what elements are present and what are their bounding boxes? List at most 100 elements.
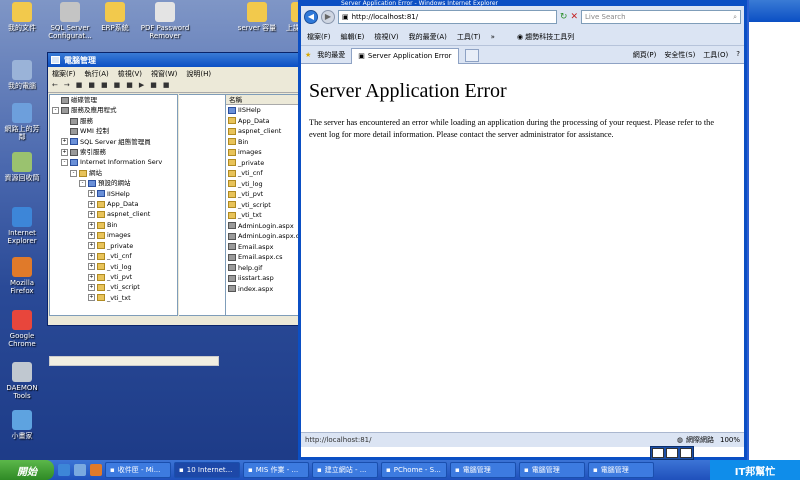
- list-item[interactable]: App_Data: [226, 116, 299, 127]
- keyboard-icon[interactable]: [652, 448, 664, 458]
- tree-item[interactable]: + _vti_log: [50, 262, 177, 272]
- command-button[interactable]: 網頁(P): [633, 50, 657, 60]
- expand-toggle-icon[interactable]: +: [88, 231, 95, 239]
- background-window[interactable]: [747, 0, 800, 460]
- list-view[interactable]: 名稱 IISHelp App_Data aspnet_client Bin images…: [225, 94, 300, 316]
- command-button[interactable]: 安全性(S): [664, 50, 695, 60]
- menu-item[interactable]: 檢視(V): [118, 69, 142, 78]
- toolbar-button[interactable]: ■: [101, 81, 108, 91]
- tree-item[interactable]: - 預設的網站: [50, 178, 177, 188]
- zoom-level[interactable]: 100%: [720, 436, 740, 444]
- expand-toggle-icon[interactable]: +: [88, 200, 95, 208]
- tab-server-error[interactable]: ▣ Server Application Error: [351, 47, 460, 64]
- desktop-icon[interactable]: 網路上的芳鄰: [2, 103, 42, 141]
- tree-item[interactable]: - 服務及應用程式: [50, 105, 177, 115]
- expand-toggle-icon[interactable]: +: [61, 148, 68, 156]
- language-bar[interactable]: [650, 446, 694, 460]
- taskbar-button[interactable]: ▪ MIS 作業 - ...: [243, 462, 309, 478]
- search-icon[interactable]: ⌕: [733, 13, 737, 21]
- list-item[interactable]: _vti_script: [226, 200, 299, 211]
- help-icon[interactable]: [666, 448, 678, 458]
- options-icon[interactable]: [680, 448, 692, 458]
- expand-toggle-icon[interactable]: +: [88, 211, 95, 219]
- expand-toggle-icon[interactable]: +: [88, 221, 95, 229]
- taskbar-button[interactable]: ▪ PChome - S...: [381, 462, 447, 478]
- taskbar-button[interactable]: ▪ 電腦管理: [588, 462, 654, 478]
- forward-button[interactable]: ▶: [321, 10, 335, 24]
- search-input[interactable]: Live Search ⌕: [581, 10, 741, 24]
- tree-item[interactable]: + _vti_cnf: [50, 251, 177, 261]
- tree-item[interactable]: + SQL Server 組態管理員: [50, 137, 177, 147]
- tree-item[interactable]: + _private: [50, 241, 177, 251]
- quick-launch-ie-icon[interactable]: [58, 464, 70, 476]
- expand-toggle-icon[interactable]: +: [88, 284, 95, 292]
- expand-toggle-icon[interactable]: +: [88, 190, 95, 198]
- background-title-bar[interactable]: [749, 0, 800, 22]
- taskbar-button[interactable]: ▪ 建立網站 - ...: [312, 462, 378, 478]
- expand-toggle-icon[interactable]: +: [88, 242, 95, 250]
- tree-item[interactable]: + _vti_txt: [50, 293, 177, 303]
- back-button[interactable]: ◀: [304, 10, 318, 24]
- tree-view[interactable]: 磁碟管理 - 服務及應用程式 服務 WMI 控制 + SQL Server 組態管理員 + 索引…: [49, 94, 178, 316]
- list-item[interactable]: Email.aspx: [226, 242, 299, 253]
- desktop-icon[interactable]: ERP系統: [90, 2, 140, 32]
- list-item[interactable]: iisstart.asp: [226, 273, 299, 284]
- list-item[interactable]: _vti_pvt: [226, 189, 299, 200]
- command-button[interactable]: ?: [736, 50, 740, 60]
- list-item[interactable]: _vti_txt: [226, 210, 299, 221]
- tree-item[interactable]: - 網站: [50, 168, 177, 178]
- desktop-icon[interactable]: 我的電腦: [2, 60, 42, 90]
- toolbar-button[interactable]: ■: [114, 81, 121, 91]
- address-bar[interactable]: ▣ http://localhost:81/: [338, 10, 557, 24]
- tree-item[interactable]: + 索引服務: [50, 147, 177, 157]
- browser-menu-item[interactable]: 編輯(E): [341, 32, 365, 42]
- desktop-icon[interactable]: 小畫家: [2, 410, 42, 440]
- command-button[interactable]: 工具(O): [703, 50, 728, 60]
- browser-menu-item[interactable]: 我的最愛(A): [409, 32, 447, 42]
- favorites-star-icon[interactable]: ★: [305, 51, 311, 59]
- browser-menu-item[interactable]: 檢視(V): [374, 32, 398, 42]
- menu-item[interactable]: 視窗(W): [151, 69, 177, 78]
- list-item[interactable]: Bin: [226, 137, 299, 148]
- favorites-label[interactable]: 我的最愛: [317, 50, 345, 60]
- menu-item[interactable]: 說明(H): [186, 69, 211, 78]
- toolbar-button[interactable]: ←: [52, 81, 58, 91]
- menu-item[interactable]: 檔案(F): [52, 69, 76, 78]
- list-item[interactable]: images: [226, 147, 299, 158]
- security-zone[interactable]: ◍ 網際網路: [677, 435, 714, 445]
- expand-toggle-icon[interactable]: +: [61, 138, 68, 146]
- list-item[interactable]: help.gif: [226, 263, 299, 274]
- desktop-icon[interactable]: Google Chrome: [2, 310, 42, 348]
- column-header-name[interactable]: 名稱: [226, 95, 299, 105]
- tree-item[interactable]: + _vti_pvt: [50, 272, 177, 282]
- toolbar-button[interactable]: ■: [76, 81, 83, 91]
- browser-menu-item[interactable]: 檔案(F): [307, 32, 331, 42]
- quick-launch-desktop-icon[interactable]: [74, 464, 86, 476]
- desktop-icon[interactable]: 資源回收筒: [2, 152, 42, 182]
- expand-toggle-icon[interactable]: +: [88, 252, 95, 260]
- list-item[interactable]: aspnet_client: [226, 126, 299, 137]
- list-item[interactable]: _private: [226, 158, 299, 169]
- expand-toggle-icon[interactable]: -: [61, 159, 68, 167]
- tree-item[interactable]: + Bin: [50, 220, 177, 230]
- toolbar-extension[interactable]: ◉ 趨勢科技工具列: [517, 32, 574, 42]
- tree-item[interactable]: + _vti_script: [50, 282, 177, 292]
- tree-item[interactable]: 服務: [50, 116, 177, 126]
- browser-menu-item[interactable]: 工具(T): [457, 32, 481, 42]
- toolbar-button[interactable]: →: [64, 81, 70, 91]
- expand-toggle-icon[interactable]: -: [70, 169, 77, 177]
- browser-window[interactable]: Server Application Error - Windows Inter…: [298, 0, 747, 460]
- tree-item[interactable]: + aspnet_client: [50, 209, 177, 219]
- tree-item[interactable]: WMI 控制: [50, 126, 177, 136]
- list-item[interactable]: AdminLogin.aspx.cs: [226, 231, 299, 242]
- horizontal-scrollbar[interactable]: [49, 356, 219, 366]
- taskbar-button[interactable]: ▪ 10 Internet...: [174, 462, 240, 478]
- refresh-icon[interactable]: ↻: [560, 12, 568, 22]
- toolbar-button[interactable]: ■: [88, 81, 95, 91]
- desktop-icon[interactable]: SQL Server Configurat...: [45, 2, 95, 40]
- toolbar-button[interactable]: ■: [150, 81, 157, 91]
- list-item[interactable]: _vti_log: [226, 179, 299, 190]
- quick-launch-firefox-icon[interactable]: [90, 464, 102, 476]
- desktop-icon[interactable]: Mozilla Firefox: [2, 257, 42, 295]
- toolbar-button[interactable]: ■: [163, 81, 170, 91]
